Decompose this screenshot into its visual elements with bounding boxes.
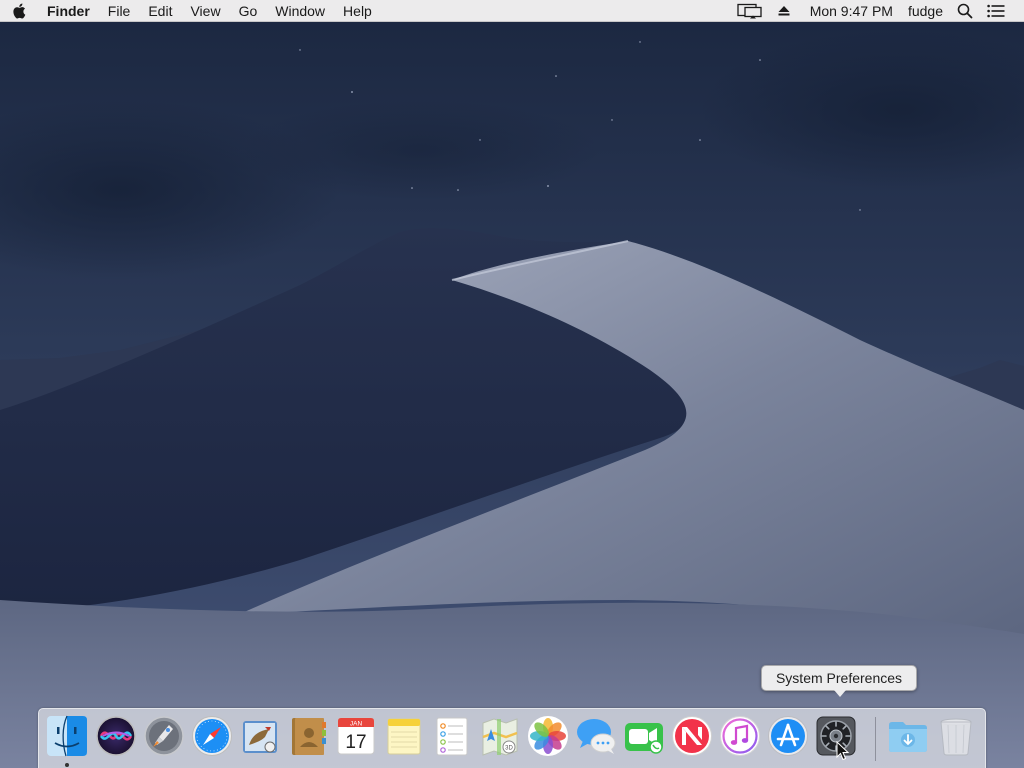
finder-icon[interactable] [46,715,88,757]
eject-icon[interactable] [770,4,798,18]
desktop-wallpaper [0,0,1024,768]
svg-text:3D: 3D [505,746,513,752]
app-store-icon[interactable] [767,715,809,757]
menu-window[interactable]: Window [266,0,334,22]
launchpad-icon[interactable] [143,715,185,757]
safari-icon[interactable] [191,715,233,757]
dock-tooltip: System Preferences [761,665,917,697]
maps-icon[interactable]: 3D [479,715,521,757]
menu-bar: Finder File Edit View Go Window Help Mon… [0,0,1024,22]
spotlight-search-icon[interactable] [950,3,980,19]
dock-separator [875,717,876,761]
finder-running-indicator [65,763,69,767]
notes-icon[interactable] [383,715,425,757]
mouse-cursor-icon [836,741,850,761]
display-mirroring-icon[interactable] [730,3,770,19]
mojave-dune-wallpaper [0,0,1024,768]
reminders-icon[interactable] [431,715,473,757]
menu-clock[interactable]: Mon 9:47 PM [798,0,901,22]
menu-file[interactable]: File [99,0,140,22]
facetime-icon[interactable] [623,715,665,757]
siri-icon[interactable] [95,715,137,757]
trash-icon[interactable] [935,715,977,757]
messages-icon[interactable] [575,715,617,757]
menu-view[interactable]: View [181,0,229,22]
photos-icon[interactable] [527,715,569,757]
menu-help[interactable]: Help [334,0,381,22]
news-icon[interactable] [671,715,713,757]
menu-app-finder[interactable]: Finder [38,0,99,22]
apple-icon[interactable] [0,0,38,22]
calendar-month-label: JAN [350,721,363,728]
itunes-icon[interactable] [719,715,761,757]
menu-go[interactable]: Go [230,0,267,22]
menu-edit[interactable]: Edit [139,0,181,22]
menu-user-name[interactable]: fudge [901,0,950,22]
contacts-icon[interactable] [287,715,329,757]
calendar-day-label: 17 [345,732,366,753]
downloads-folder-icon[interactable] [887,715,929,757]
calendar-icon[interactable]: JAN 17 [335,715,377,757]
notification-center-icon[interactable] [980,4,1012,18]
mail-icon[interactable] [239,715,281,757]
